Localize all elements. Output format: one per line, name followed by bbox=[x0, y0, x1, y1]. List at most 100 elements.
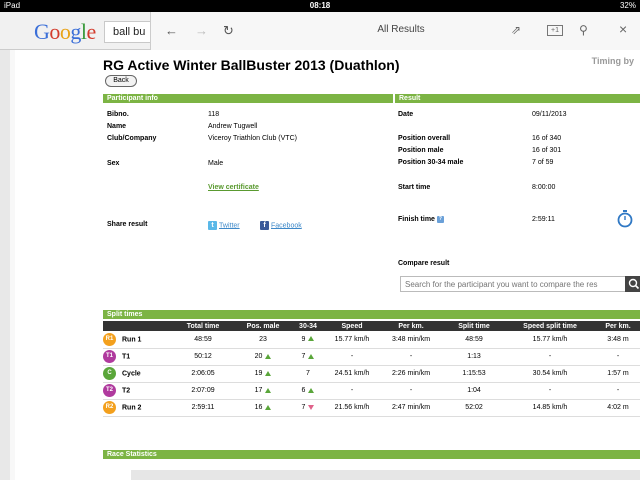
age-group-cell: 7 bbox=[293, 348, 323, 366]
sex-label: Sex bbox=[107, 160, 120, 167]
split-time-cell: 48:59 bbox=[441, 331, 507, 349]
transition-icon: T1 bbox=[103, 350, 116, 363]
sex-value: Male bbox=[208, 160, 224, 167]
cycle-icon: C bbox=[103, 367, 116, 380]
split-speed-cell: 14.85 km/h bbox=[507, 399, 593, 417]
age-group-cell: 6 bbox=[293, 382, 323, 400]
leg-name: Run 2 bbox=[122, 404, 142, 412]
info-icon[interactable]: ? bbox=[436, 216, 444, 223]
position-overall-label: Position overall bbox=[398, 135, 451, 142]
per-km-cell: - bbox=[381, 348, 441, 366]
pos-male-cell: 16 bbox=[233, 399, 293, 417]
table-row: R1 Run 1 48:59 23 9 15.77 km/h 3:48 min/km 48:5… bbox=[103, 331, 640, 349]
position-age-label: Position 30-34 male bbox=[398, 159, 464, 166]
age-group-cell: 7 bbox=[293, 365, 323, 383]
result-panel-toolbar: ← → ↻ All Results ⇗ +1 ⚲ × bbox=[150, 12, 640, 50]
split-time-cell: 52:02 bbox=[441, 399, 507, 417]
col-per-km: Per km. bbox=[381, 321, 441, 331]
club-value: Viceroy Triathlon Club (VTC) bbox=[208, 135, 297, 142]
split-times-table: Total time Pos. male 30-34 Speed Per km.… bbox=[103, 321, 640, 417]
position-male-value: 16 of 301 bbox=[532, 147, 562, 154]
col-leg bbox=[103, 321, 173, 331]
race-statistics-content bbox=[131, 470, 640, 480]
split-time-cell: 1:15:53 bbox=[441, 365, 507, 383]
per-km-cell: 3:48 min/km bbox=[381, 331, 441, 349]
split-times-header: Split times bbox=[103, 310, 640, 319]
arrow-up-icon bbox=[265, 370, 272, 376]
col-speed: Speed bbox=[323, 321, 381, 331]
leg-name: Run 1 bbox=[122, 336, 142, 344]
name-value: Andrew Tugwell bbox=[208, 123, 258, 130]
finish-time-label: Finish time? bbox=[398, 216, 444, 223]
reload-icon[interactable]: ↻ bbox=[223, 23, 234, 39]
total-time-cell: 2:59:11 bbox=[173, 399, 233, 417]
date-label: Date bbox=[398, 111, 414, 118]
view-certificate-link[interactable]: View certificate bbox=[208, 184, 259, 191]
run-icon: R2 bbox=[103, 401, 116, 414]
col-split-time: Split time bbox=[441, 321, 507, 331]
col-total-time: Total time bbox=[173, 321, 233, 331]
leg-cell: T2 T2 bbox=[103, 382, 173, 400]
status-bar: iPad 08:18 32% bbox=[0, 0, 640, 12]
split-per-km-cell: 4:02 m bbox=[593, 399, 640, 417]
split-speed-cell: 30.54 km/h bbox=[507, 365, 593, 383]
arrow-down-icon bbox=[308, 404, 315, 410]
arrow-up-icon bbox=[265, 353, 272, 359]
per-km-cell: 2:26 min/km bbox=[381, 365, 441, 383]
result-page: Timing by RG Active Winter BallBuster 20… bbox=[15, 50, 640, 480]
search-input[interactable]: ball bu bbox=[104, 21, 152, 43]
race-statistics-header[interactable]: Race Statistics bbox=[103, 450, 640, 459]
compare-search-input[interactable] bbox=[400, 276, 626, 292]
pos-male-cell: 23 bbox=[233, 331, 293, 349]
arrow-left-icon[interactable]: ← bbox=[165, 23, 178, 38]
col-split-per-km: Per km. bbox=[593, 321, 640, 331]
speed-cell: 24.51 km/h bbox=[323, 365, 381, 383]
timing-by-label: Timing by bbox=[591, 56, 634, 66]
arrow-up-icon bbox=[308, 353, 315, 359]
share-icon[interactable]: ⇗ bbox=[511, 23, 521, 37]
participant-info-header: Participant info bbox=[103, 94, 393, 103]
compare-result-label: Compare result bbox=[398, 260, 450, 267]
find-icon[interactable]: ⚲ bbox=[579, 23, 588, 37]
arrow-up-icon bbox=[265, 387, 272, 393]
split-time-cell: 1:13 bbox=[441, 348, 507, 366]
search-results-strip[interactable] bbox=[0, 50, 10, 480]
table-header-row: Total time Pos. male 30-34 Speed Per km.… bbox=[103, 321, 640, 331]
position-age-value: 7 of 59 bbox=[532, 159, 554, 166]
twitter-link[interactable]: t Twitter bbox=[208, 221, 240, 230]
table-row: R2 Run 2 2:59:11 16 7 21.56 km/h 2:47 min/km 52… bbox=[103, 399, 640, 417]
panel-title: All Results bbox=[377, 24, 425, 35]
transition-icon: T2 bbox=[103, 384, 116, 397]
twitter-icon: t bbox=[208, 221, 217, 230]
leg-cell: C Cycle bbox=[103, 365, 173, 383]
arrow-up-icon bbox=[308, 387, 315, 393]
compare-search-button[interactable] bbox=[625, 276, 640, 292]
run-icon: R1 bbox=[103, 332, 116, 346]
per-km-cell: 2:47 min/km bbox=[381, 399, 441, 417]
name-label: Name bbox=[107, 123, 127, 130]
facebook-link[interactable]: f Facebook bbox=[260, 221, 302, 230]
speed-cell: 15.77 km/h bbox=[323, 331, 381, 349]
facebook-icon: f bbox=[260, 221, 269, 230]
split-per-km-cell: 3:48 m bbox=[593, 331, 640, 349]
club-label: Club/Company bbox=[107, 135, 157, 142]
stopwatch-icon bbox=[617, 210, 633, 228]
back-button[interactable]: Back bbox=[105, 75, 137, 87]
close-icon[interactable]: × bbox=[619, 21, 627, 37]
total-time-cell: 2:07:09 bbox=[173, 382, 233, 400]
tab-icon[interactable]: +1 bbox=[547, 25, 563, 36]
per-km-cell: - bbox=[381, 382, 441, 400]
split-speed-cell: - bbox=[507, 348, 593, 366]
clock: 08:18 bbox=[309, 1, 331, 10]
split-per-km-cell: - bbox=[593, 348, 640, 366]
table-row: C Cycle 2:06:05 19 7 24.51 km/h 2:26 min/km 1:1… bbox=[103, 365, 640, 383]
arrow-up-icon bbox=[265, 404, 272, 410]
google-app-toolbar: Google ball bu ← → ↻ All Results ⇗ +1 ⚲ … bbox=[0, 12, 640, 50]
pos-male-cell: 20 bbox=[233, 348, 293, 366]
start-time-value: 8:00:00 bbox=[532, 184, 556, 191]
col-pos-male: Pos. male bbox=[233, 321, 293, 331]
google-logo[interactable]: Google bbox=[34, 19, 96, 45]
total-time-cell: 50:12 bbox=[173, 348, 233, 366]
arrow-right-icon[interactable]: → bbox=[195, 23, 208, 38]
table-row: T1 T1 50:12 20 7- -1:13- - bbox=[103, 348, 640, 366]
